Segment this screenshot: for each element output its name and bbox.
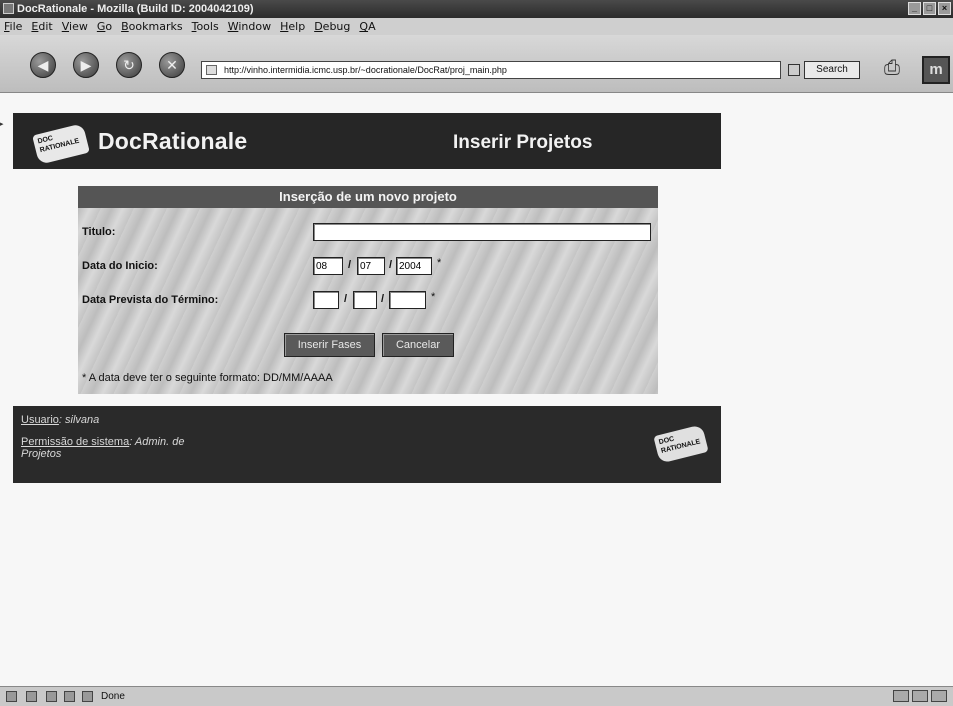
menu-qa[interactable]: QA [359,18,375,35]
menu-go[interactable]: Go [97,18,112,35]
permission-value: : Admin. de [129,436,185,448]
status-text: Done [101,691,125,702]
menu-view[interactable]: View [62,18,88,35]
security-icon [912,690,928,702]
page-footer: Usuario: silvana Permissão de sistema: A… [13,406,721,483]
throbber-icon: m [922,56,950,84]
maximize-button[interactable]: □ [923,2,936,15]
title-label: Titulo: [82,226,116,238]
page-title: Inserir Projetos [453,132,593,153]
required-mark: * [437,257,442,269]
menu-file[interactable]: File [4,18,22,35]
forward-arrow-icon: ▶ [80,57,92,73]
date-separator: / [344,293,348,305]
menu-window[interactable]: Window [228,18,271,35]
url-bar[interactable]: http://vinho.intermidia.icmc.usp.br/~doc… [201,61,781,79]
cancel-button[interactable]: Cancelar [382,333,454,357]
window-controls: _ □ × [908,2,951,15]
window-title: DocRationale - Mozilla (Build ID: 200404… [17,3,254,15]
reload-icon: ↻ [123,57,135,73]
user-line: Usuario: silvana [21,414,713,426]
menu-bar: File Edit View Go Bookmarks Tools Window… [0,18,953,35]
online-status-icon [931,690,947,702]
start-date-label: Data do Inicio: [82,260,158,272]
close-button[interactable]: × [938,2,951,15]
insert-phases-button[interactable]: Inserir Fases [284,333,375,357]
composer-icon[interactable] [64,691,75,702]
menu-edit[interactable]: Edit [31,18,52,35]
connection-icon [893,690,909,702]
stop-button[interactable]: ✕ [159,52,185,78]
required-mark: * [431,291,436,303]
url-text: http://vinho.intermidia.icmc.usp.br/~doc… [224,65,507,75]
user-value: : silvana [58,414,100,426]
status-indicators [893,690,947,702]
project-form: Inserção de um novo projeto Titulo: Data… [78,186,658,394]
stop-icon: ✕ [166,57,178,73]
minimize-button[interactable]: _ [908,2,921,15]
back-arrow-icon: ◀ [37,57,49,73]
menu-bookmarks[interactable]: Bookmarks [121,18,182,35]
start-year-input[interactable] [396,257,432,275]
end-day-input[interactable] [313,291,339,309]
chat-icon[interactable] [46,691,57,702]
docrationale-logo: DOC RATIONALE [32,123,90,165]
search-label: Search [816,64,848,75]
address-book-icon[interactable] [82,691,93,702]
permission-line: Permissão de sistema: Admin. de [21,436,713,448]
brand-name: DocRationale [98,128,248,154]
date-separator: / [381,293,385,305]
search-button[interactable]: Search [804,61,860,79]
forward-button[interactable]: ▶ [73,52,99,78]
user-label[interactable]: Usuario [21,414,59,426]
page-header: DOC RATIONALE DocRationale Inserir Proje… [13,113,721,169]
date-separator: / [348,259,352,271]
status-bar: Done [0,686,953,706]
form-heading: Inserção de um novo projeto [78,186,658,208]
permission-label[interactable]: Permissão de sistema [21,436,129,448]
date-format-note: * A data deve ter o seguinte formato: DD… [82,372,333,384]
back-button[interactable]: ◀ [30,52,56,78]
end-year-input[interactable] [389,291,426,309]
sidebar-grip-icon[interactable]: ▸ [0,121,7,128]
permission-value-2: Projetos [21,448,62,460]
title-input[interactable] [313,223,651,241]
menu-debug[interactable]: Debug [314,18,350,35]
end-date-label: Data Prevista do Término: [82,294,219,306]
reload-button[interactable]: ↻ [116,52,142,78]
window-titlebar: DocRationale - Mozilla (Build ID: 200404… [0,0,953,18]
menu-tools[interactable]: Tools [192,18,219,35]
date-separator: / [389,259,393,271]
menu-help[interactable]: Help [280,18,305,35]
navigator-icon[interactable] [6,691,17,702]
start-day-input[interactable] [313,257,343,275]
url-dropdown-icon[interactable] [788,64,800,76]
browser-app-icon [3,3,14,14]
print-icon[interactable]: ⎙ [872,53,912,83]
mail-icon[interactable] [26,691,37,702]
navigation-toolbar: ◀ ▶ ↻ ✕ http://vinho.intermidia.icmc.usp… [0,35,953,128]
end-month-input[interactable] [353,291,377,309]
page-icon [206,65,217,75]
start-month-input[interactable] [357,257,385,275]
